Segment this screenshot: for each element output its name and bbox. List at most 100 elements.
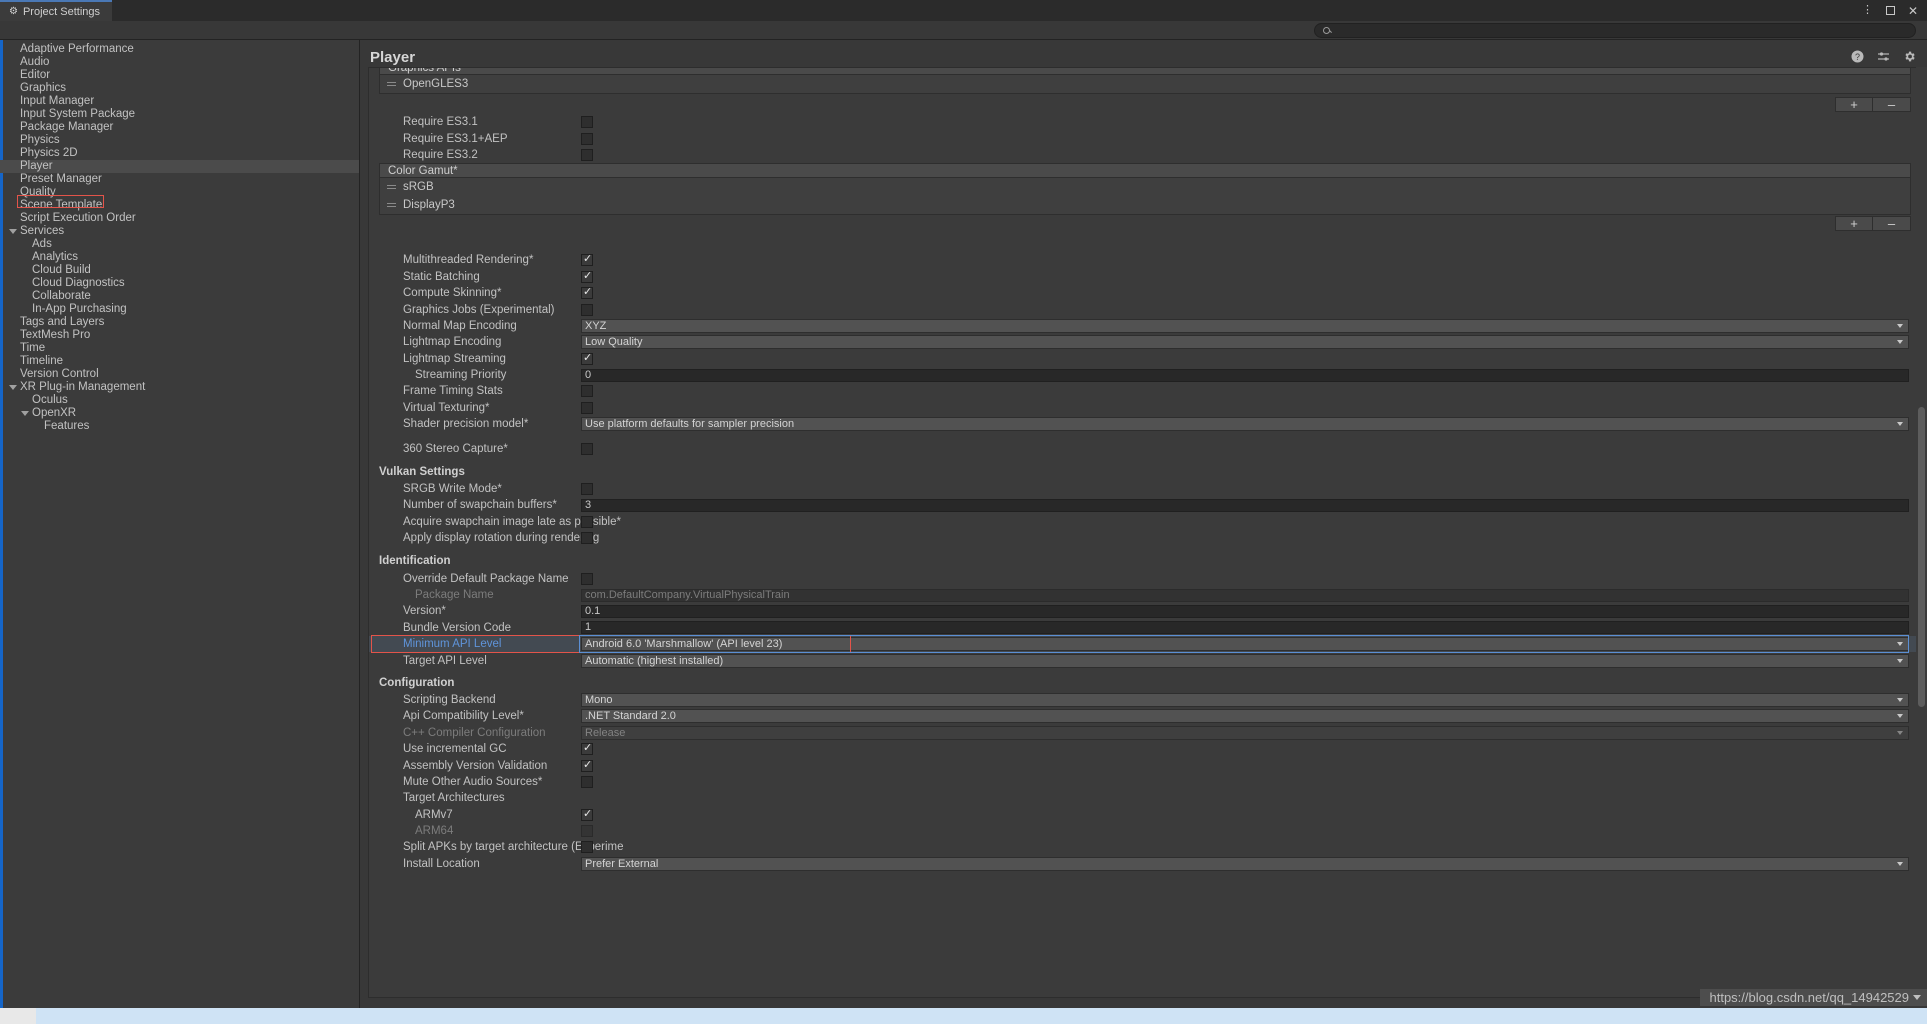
gear-icon[interactable] xyxy=(1903,50,1916,63)
sidebar-item-openxr[interactable]: OpenXR xyxy=(0,407,359,420)
sidebar-item-collaborate[interactable]: Collaborate xyxy=(0,290,359,303)
dropdown-api-compatibility-level[interactable]: .NET Standard 2.0 xyxy=(581,709,1909,724)
sidebar-item-input-manager[interactable]: Input Manager xyxy=(0,95,359,108)
search-box[interactable] xyxy=(1314,22,1916,38)
maximize-icon[interactable] xyxy=(1885,5,1895,17)
sidebar-item-ads[interactable]: Ads xyxy=(0,238,359,251)
dropdown-target-api-level[interactable]: Automatic (highest installed) xyxy=(581,653,1909,668)
chevron-down-icon[interactable] xyxy=(9,229,17,234)
remove-graphics-api-button[interactable]: – xyxy=(1873,96,1911,112)
window-menu-icon[interactable]: ⋮ xyxy=(1862,5,1873,16)
checkbox-arm64[interactable] xyxy=(581,825,593,838)
dropdown-c-compiler-configuration[interactable]: Release xyxy=(581,725,1909,740)
drag-handle-icon[interactable] xyxy=(387,184,396,190)
sidebar-item-audio[interactable]: Audio xyxy=(0,56,359,69)
sidebar-item-cloud-build[interactable]: Cloud Build xyxy=(0,264,359,277)
sidebar-item-player[interactable]: Player xyxy=(0,160,359,173)
list-item[interactable]: DisplayP3 xyxy=(380,196,1910,214)
checkbox-apply-display-rotation-during-rendering[interactable] xyxy=(581,532,593,545)
close-icon[interactable]: ✕ xyxy=(1908,5,1918,17)
checkbox-360-stereo-capture[interactable] xyxy=(581,442,593,455)
sidebar-item-scene-template[interactable]: Scene Template xyxy=(0,199,359,212)
tab-label: Project Settings xyxy=(22,5,101,18)
checkbox-srgb-write-mode[interactable] xyxy=(581,483,593,496)
checkbox-acquire-swapchain-image-late-as-possible[interactable] xyxy=(581,515,593,528)
checkbox-override-default-package-name[interactable] xyxy=(581,572,593,585)
list-item[interactable]: sRGB xyxy=(380,178,1910,196)
checkbox-virtual-texturing[interactable] xyxy=(581,401,593,414)
dropdown-scripting-backend[interactable]: Mono xyxy=(581,692,1909,707)
sidebar-item-cloud-diagnostics[interactable]: Cloud Diagnostics xyxy=(0,277,359,290)
sidebar-item-label: Script Execution Order xyxy=(20,212,136,224)
sidebar-item-time[interactable]: Time xyxy=(0,342,359,355)
checkbox-assembly-version-validation[interactable] xyxy=(581,759,593,772)
text-field-version[interactable]: 0.1 xyxy=(581,604,1909,618)
checkbox-frame-timing-stats[interactable] xyxy=(581,385,593,398)
sidebar-item-editor[interactable]: Editor xyxy=(0,69,359,82)
section-header-configuration: Configuration xyxy=(379,676,455,689)
checkbox-armv7[interactable] xyxy=(581,808,593,821)
sidebar-item-analytics[interactable]: Analytics xyxy=(0,251,359,264)
sidebar-item-graphics[interactable]: Graphics xyxy=(0,82,359,95)
sidebar-item-in-app-purchasing[interactable]: In-App Purchasing xyxy=(0,303,359,316)
checkbox-require-es3-1[interactable] xyxy=(581,116,593,129)
checkbox-multithreaded-rendering[interactable] xyxy=(581,253,593,267)
chevron-down-icon[interactable] xyxy=(21,411,29,416)
dropdown-lightmap-encoding[interactable]: Low Quality xyxy=(581,335,1909,350)
sidebar-item-input-system-package[interactable]: Input System Package xyxy=(0,108,359,121)
sidebar-item-script-execution-order[interactable]: Script Execution Order xyxy=(0,212,359,225)
dropdown-minimum-api-level[interactable]: Android 6.0 'Marshmallow' (API level 23) xyxy=(581,637,1909,652)
preset-icon[interactable] xyxy=(1877,50,1890,63)
sidebar-item-physics-2d[interactable]: Physics 2D xyxy=(0,147,359,160)
list-item[interactable]: OpenGLES3 xyxy=(380,75,1910,93)
vertical-scrollbar-thumb[interactable] xyxy=(1918,407,1925,707)
checkbox-static-batching[interactable] xyxy=(581,270,593,283)
tab-project-settings[interactable]: ⚙ Project Settings xyxy=(0,0,113,21)
checkbox-compute-skinning[interactable] xyxy=(581,286,593,300)
checkbox-graphics-jobs-experimental[interactable] xyxy=(581,303,593,316)
vertical-scrollbar[interactable] xyxy=(1916,67,1927,998)
setting-label: SRGB Write Mode* xyxy=(403,483,502,496)
text-field-bundle-version-code[interactable]: 1 xyxy=(581,621,1909,635)
add-graphics-api-button[interactable]: + xyxy=(1835,96,1873,112)
checkbox-require-es3-2[interactable] xyxy=(581,148,593,161)
setting-row-multithreaded-rendering: Multithreaded Rendering* xyxy=(369,252,1921,268)
setting-row-target-api-level: Target API Level Automatic (highest insta… xyxy=(369,652,1921,668)
sidebar-item-xr-plug-in-management[interactable]: XR Plug-in Management xyxy=(0,381,359,394)
sidebar-item-tags-and-layers[interactable]: Tags and Layers xyxy=(0,316,359,329)
remove-button[interactable]: – xyxy=(1873,216,1911,232)
sidebar-item-textmesh-pro[interactable]: TextMesh Pro xyxy=(0,329,359,342)
setting-label: Require ES3.1 xyxy=(403,116,478,129)
sidebar-item-label: Player xyxy=(20,160,53,172)
checkbox-split-apks-by-target-architecture-experime[interactable] xyxy=(581,841,593,854)
drag-handle-icon[interactable] xyxy=(387,81,396,87)
chevron-down-icon[interactable] xyxy=(9,385,17,390)
sidebar-item-preset-manager[interactable]: Preset Manager xyxy=(0,173,359,186)
dropdown-shader-precision-model[interactable]: Use platform defaults for sampler precis… xyxy=(581,417,1909,432)
add-button[interactable]: + xyxy=(1835,216,1873,232)
checkbox-require-es3-1-aep[interactable] xyxy=(581,132,593,145)
sidebar-item-adaptive-performance[interactable]: Adaptive Performance xyxy=(0,43,359,56)
drag-handle-icon[interactable] xyxy=(387,202,396,208)
sidebar-item-package-manager[interactable]: Package Manager xyxy=(0,121,359,134)
text-field-streaming-priority[interactable]: 0 xyxy=(581,368,1909,382)
sidebar-item-features[interactable]: Features xyxy=(0,420,359,433)
sidebar-item-version-control[interactable]: Version Control xyxy=(0,368,359,381)
search-input[interactable] xyxy=(1334,24,1907,36)
sidebar-item-quality[interactable]: Quality xyxy=(0,186,359,199)
help-icon[interactable]: ? xyxy=(1851,50,1864,63)
setting-row-apply-display-rotation-during-rendering: Apply display rotation during rendering xyxy=(369,530,1921,546)
checkbox-lightmap-streaming[interactable] xyxy=(581,352,593,365)
sidebar-item-physics[interactable]: Physics xyxy=(0,134,359,147)
settings-sidebar[interactable]: Adaptive Performance Audio Editor Graphics I… xyxy=(0,40,360,1024)
text-field-package-name[interactable]: com.DefaultCompany.VirtualPhysicalTrain xyxy=(581,588,1909,602)
sidebar-item-timeline[interactable]: Timeline xyxy=(0,355,359,368)
dropdown-normal-map-encoding[interactable]: XYZ xyxy=(581,318,1909,333)
dropdown-install-location[interactable]: Prefer External xyxy=(581,856,1909,871)
search-row xyxy=(0,21,1927,40)
text-field-number-of-swapchain-buffers[interactable]: 3 xyxy=(581,498,1909,512)
checkbox-mute-other-audio-sources[interactable] xyxy=(581,775,593,788)
sidebar-item-services[interactable]: Services xyxy=(0,225,359,238)
checkbox-use-incremental-gc[interactable] xyxy=(581,742,593,756)
sidebar-item-oculus[interactable]: Oculus xyxy=(0,394,359,407)
